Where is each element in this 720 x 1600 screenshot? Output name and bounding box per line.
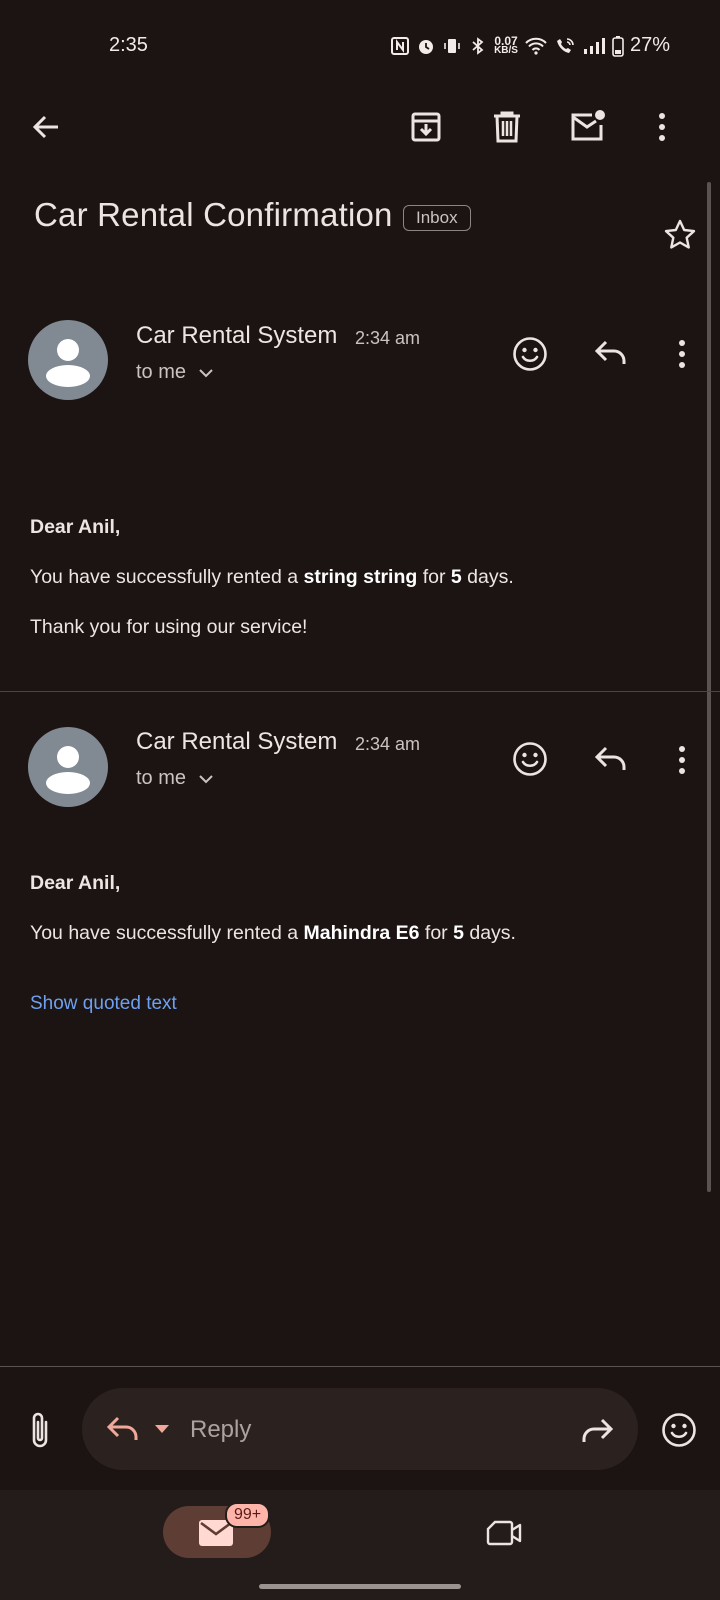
network-speed: 0.07 KB/S: [494, 33, 518, 56]
network-speed-unit: KB/S: [494, 44, 518, 56]
recipient-details-toggle[interactable]: to me: [136, 767, 214, 790]
reply-icon[interactable]: [594, 338, 628, 368]
scrollbar[interactable]: [707, 182, 711, 1192]
more-vert-icon[interactable]: [656, 111, 668, 143]
archive-icon[interactable]: [410, 111, 442, 143]
message-more-icon[interactable]: [676, 338, 688, 370]
battery-percent: 27%: [629, 34, 670, 56]
rental-days: 5: [450, 566, 462, 588]
back-arrow-icon[interactable]: [30, 111, 62, 143]
reply-icon[interactable]: [106, 1414, 140, 1444]
chevron-down-icon: [198, 773, 214, 785]
reply-icon[interactable]: [594, 744, 628, 774]
reply-options-dropdown-icon[interactable]: [154, 1424, 170, 1434]
signal-icon: [582, 36, 606, 56]
recipient-text: to me: [136, 361, 187, 383]
inbox-label-badge[interactable]: Inbox: [403, 205, 471, 231]
alarm-icon: [416, 36, 436, 56]
rental-text-mid: for: [419, 922, 454, 944]
wifi-calling-icon: [554, 36, 576, 56]
car-name: string string: [303, 566, 418, 588]
delete-icon[interactable]: [492, 111, 522, 143]
rental-text-suffix: days.: [461, 566, 514, 588]
closing-text: Thank you for using our service!: [30, 616, 308, 638]
bluetooth-icon: [468, 36, 488, 56]
recipient-details-toggle[interactable]: to me: [136, 361, 214, 384]
vibrate-icon: [442, 36, 462, 56]
sender-name[interactable]: Car Rental System: [136, 728, 337, 756]
meet-video-icon[interactable]: [486, 1518, 522, 1548]
message-time: 2:34 am: [355, 734, 421, 754]
rental-days: 5: [453, 922, 464, 944]
status-time: 2:35: [109, 34, 148, 56]
message-time: 2:34 am: [355, 328, 421, 348]
nfc-icon: [390, 36, 410, 56]
emoji-reaction-icon[interactable]: [512, 336, 548, 372]
mail-unread-badge: 99+: [225, 1502, 271, 1528]
mark-unread-icon[interactable]: [570, 109, 606, 143]
greeting: Dear Anil,: [30, 872, 121, 894]
reply-input[interactable]: Reply: [190, 1416, 251, 1444]
message-divider: [0, 691, 720, 692]
sender-name[interactable]: Car Rental System: [136, 322, 337, 350]
rental-text-prefix: You have successfully rented a: [30, 566, 304, 588]
home-indicator[interactable]: [259, 1584, 461, 1589]
greeting: Dear Anil,: [30, 516, 121, 538]
message-more-icon[interactable]: [676, 744, 688, 776]
battery-icon: [612, 35, 624, 57]
sender-avatar[interactable]: [28, 727, 108, 807]
wifi-icon: [524, 36, 548, 56]
car-name: Mahindra E6: [303, 922, 420, 944]
email-subject: Car Rental Confirmation: [34, 196, 393, 233]
rental-message: You have successfully rented a string st…: [30, 566, 514, 589]
show-quoted-text-link[interactable]: Show quoted text: [30, 993, 177, 1015]
attachment-icon[interactable]: [28, 1410, 52, 1450]
forward-icon[interactable]: [580, 1416, 614, 1446]
rental-message: You have successfully rented a Mahindra …: [30, 922, 516, 945]
emoji-icon[interactable]: [661, 1412, 697, 1448]
rental-text-suffix: days.: [463, 922, 516, 944]
reply-divider: [0, 1366, 720, 1367]
status-icons: 0.07 KB/S 27%: [390, 34, 670, 57]
recipient-text: to me: [136, 767, 187, 789]
network-speed-value: 0.07: [494, 33, 518, 48]
chevron-down-icon: [198, 367, 214, 379]
star-icon[interactable]: [663, 218, 697, 252]
emoji-reaction-icon[interactable]: [512, 741, 548, 777]
rental-text-mid: for: [417, 566, 451, 588]
sender-avatar[interactable]: [28, 320, 108, 400]
rental-text-prefix: You have successfully rented a: [30, 922, 304, 944]
